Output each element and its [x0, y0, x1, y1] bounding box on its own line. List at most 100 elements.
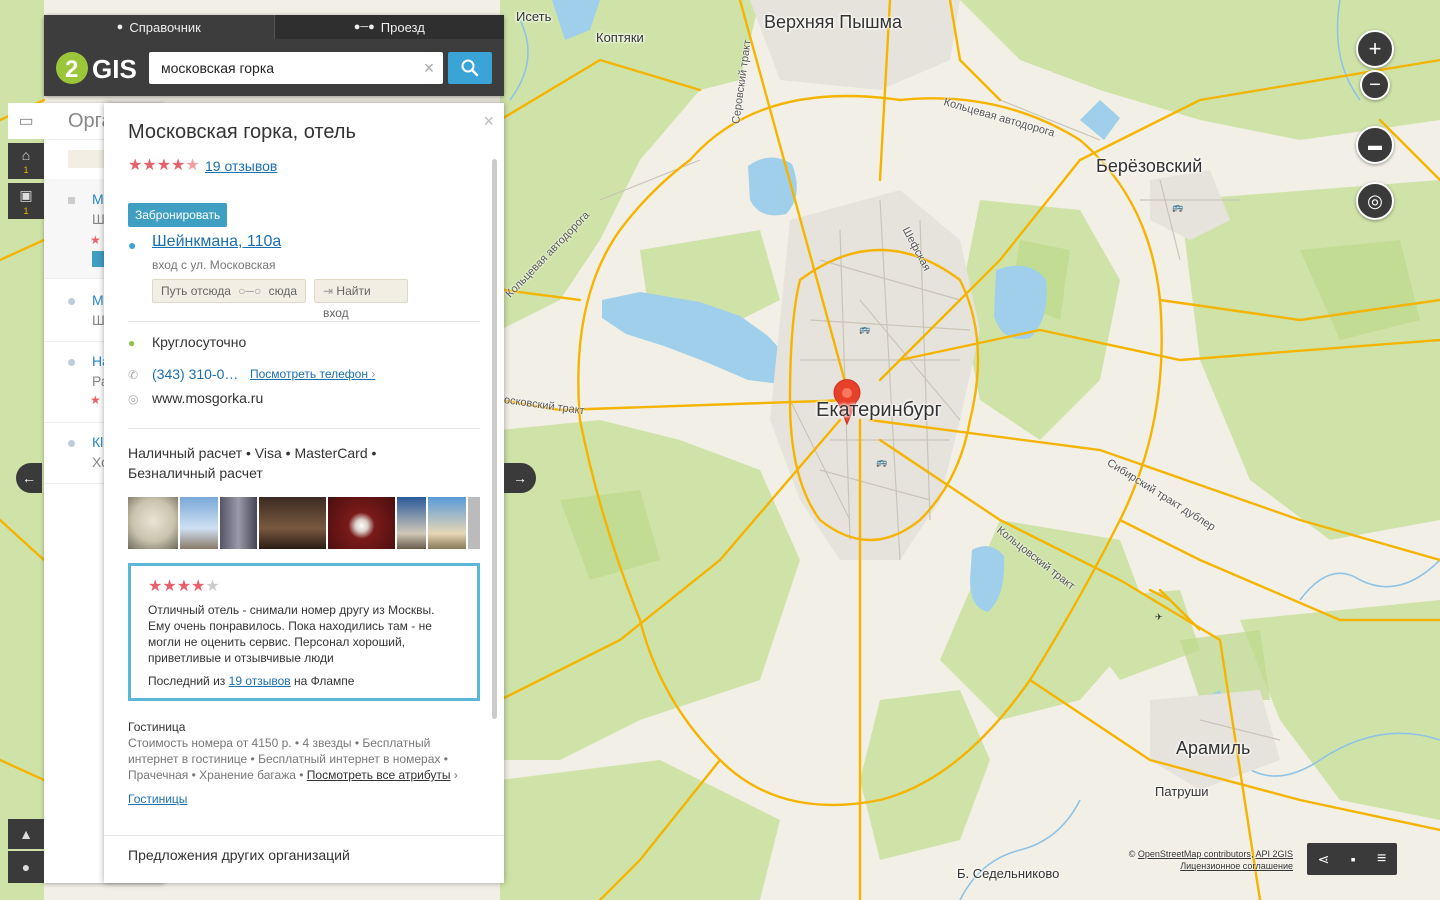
- photo-thumbnail[interactable]: [468, 497, 480, 549]
- globe-icon: ◎: [128, 392, 139, 406]
- bus-icon: ▣: [19, 186, 33, 203]
- firm-rating-stars: ★★★★★: [128, 157, 200, 174]
- search-button[interactable]: [448, 52, 492, 84]
- collapse-left-button[interactable]: ←: [16, 463, 42, 493]
- website-link[interactable]: www.mosgorka.ru: [152, 390, 263, 406]
- firm-card: × Московская горка, отель ★★★★★ 19 отзыв…: [104, 103, 504, 883]
- other-offers-section[interactable]: Предложения других организаций: [104, 835, 504, 883]
- divider: [128, 428, 480, 429]
- api-link[interactable]: API 2GIS: [1255, 849, 1293, 859]
- route-from-label: Путь отсюда: [161, 284, 231, 298]
- close-icon[interactable]: ×: [483, 111, 494, 132]
- address-pin-icon: ●: [128, 237, 137, 253]
- bookmarks-button[interactable]: ⌂ 1: [8, 143, 44, 179]
- svg-text:2: 2: [65, 56, 78, 83]
- list-item-subtitle: Ш: [92, 211, 105, 227]
- photo-thumbnail[interactable]: [428, 497, 466, 549]
- transport-button[interactable]: ▣ 1: [8, 183, 44, 219]
- ruler-button[interactable]: ▬: [1356, 126, 1394, 164]
- address-link[interactable]: Шейнкмана, 110а: [152, 233, 281, 251]
- locate-me-button[interactable]: ◎: [1356, 182, 1394, 220]
- find-entrance-button[interactable]: ⇥ Найти вход: [314, 279, 408, 320]
- payment-methods: Наличный расчет • Visa • MasterCard • Бе…: [128, 445, 377, 481]
- list-item-rating: ★: [90, 233, 101, 247]
- show-phone-link[interactable]: Посмотреть телефон ›: [250, 367, 375, 381]
- review-footer-prefix: Последний из: [148, 674, 226, 688]
- clear-search-button[interactable]: ×: [418, 55, 440, 81]
- chevron-right-icon: ›: [371, 367, 376, 381]
- entrance-icon: ⇥: [323, 284, 334, 298]
- search-input[interactable]: [149, 52, 443, 84]
- place-label-b-sedelnikovo: Б. Седельниково: [957, 866, 1060, 881]
- card-scrollbar[interactable]: [492, 159, 497, 719]
- search-icon: [461, 59, 479, 77]
- tab-route[interactable]: ●─● Проезд: [274, 15, 504, 39]
- zoom-out-button[interactable]: −: [1360, 70, 1390, 100]
- city-label-ekaterinburg: Екатеринбург: [816, 399, 942, 421]
- osm-link[interactable]: OpenStreetMap contributors: [1138, 849, 1251, 859]
- arrow-left-icon: ←: [22, 470, 36, 486]
- photo-thumbnail[interactable]: [220, 497, 257, 549]
- review-footer: Последний из 19 отзывов на Флампе: [148, 674, 460, 688]
- profile-button[interactable]: ●: [8, 851, 44, 883]
- bookmarks-count: 1: [23, 165, 29, 175]
- photo-strip[interactable]: [128, 497, 480, 549]
- svg-text:🚌: 🚌: [876, 457, 887, 467]
- search-panel: ● Справочник ●─● Проезд 2 GIS ×: [44, 15, 504, 96]
- zoom-in-button[interactable]: +: [1356, 30, 1394, 68]
- place-label-koptyaki: Коптяки: [596, 30, 644, 45]
- city-info-button[interactable]: ▲: [8, 819, 44, 849]
- map-attribution: © OpenStreetMap contributors, API 2GIS Л…: [1129, 848, 1293, 872]
- review-text: Отличный отель - снимали номер другу из …: [148, 603, 435, 665]
- city-label-verkhnyaya-pyshma: Верхняя Пышма: [764, 12, 902, 32]
- photo-icon: [68, 197, 75, 204]
- photo-thumbnail[interactable]: [328, 497, 395, 549]
- tab-directory-label: Справочник: [129, 19, 201, 35]
- photo-thumbnail[interactable]: [128, 497, 178, 549]
- svg-text:🚌: 🚌: [1172, 202, 1183, 212]
- route-button[interactable]: Путь отсюда ○─○ сюда: [152, 279, 306, 303]
- plus-icon: +: [1368, 36, 1382, 61]
- minus-icon: −: [1369, 74, 1381, 96]
- city-label-aramil: Арамиль: [1176, 738, 1251, 758]
- attribution-separator: ,: [1250, 849, 1254, 859]
- photo-thumbnail[interactable]: [397, 497, 426, 549]
- directory-toggle-button[interactable]: ▭: [8, 103, 44, 139]
- city-icon: ▲: [19, 826, 33, 842]
- show-phone-label: Посмотреть телефон: [250, 367, 368, 381]
- opening-hours: Круглосуточно: [152, 334, 247, 350]
- book-button[interactable]: Забронировать: [128, 203, 228, 227]
- feedback-icon[interactable]: ▪: [1351, 851, 1356, 867]
- license-link[interactable]: Лицензионное соглашение: [1180, 861, 1293, 871]
- expand-panel-button[interactable]: →: [504, 463, 536, 493]
- review-count-link[interactable]: 19 отзывов: [229, 674, 291, 688]
- user-icon: ●: [21, 859, 31, 875]
- photo-thumbnail[interactable]: [259, 497, 326, 549]
- briefcase-icon: ▭: [18, 113, 34, 130]
- chevron-right-icon: ›: [453, 768, 458, 782]
- category-link[interactable]: Гостиницы: [128, 792, 187, 806]
- list-item-title: М: [92, 191, 104, 207]
- menu-icon[interactable]: ≡: [1377, 850, 1386, 868]
- review-rating-stars: ★★★★★: [148, 578, 220, 595]
- svg-text:🚌: 🚌: [859, 324, 870, 334]
- svg-text:GIS: GIS: [92, 54, 137, 84]
- phone-number[interactable]: (343) 310-0…: [152, 366, 238, 382]
- copyright-symbol: ©: [1128, 849, 1136, 859]
- place-label-patrushi: Патруши: [1155, 784, 1209, 799]
- phone-icon: ✆: [128, 368, 139, 382]
- address-note: вход с ул. Московская: [152, 258, 276, 272]
- left-toolbar: ▭ ⌂ 1 ▣ 1 ▲ ●: [8, 103, 44, 883]
- category-attributes: Стоимость номера от 4150 р. • 4 звезды •…: [128, 735, 468, 783]
- 2gis-logo[interactable]: 2 GIS: [56, 48, 138, 88]
- pin-icon: ●: [116, 21, 124, 33]
- clock-icon: ●: [128, 336, 136, 350]
- route-icon: ●─●: [353, 21, 375, 33]
- share-icon[interactable]: ⋖: [1318, 851, 1330, 868]
- reviews-link[interactable]: 19 отзывов: [205, 158, 277, 174]
- photo-thumbnail[interactable]: [180, 497, 218, 549]
- city-label-berezovsky: Берёзовский: [1096, 156, 1203, 176]
- tab-directory[interactable]: ● Справочник: [44, 15, 275, 39]
- review-footer-suffix: на Флампе: [294, 674, 355, 688]
- all-attributes-link[interactable]: Посмотреть все атрибуты: [307, 768, 451, 782]
